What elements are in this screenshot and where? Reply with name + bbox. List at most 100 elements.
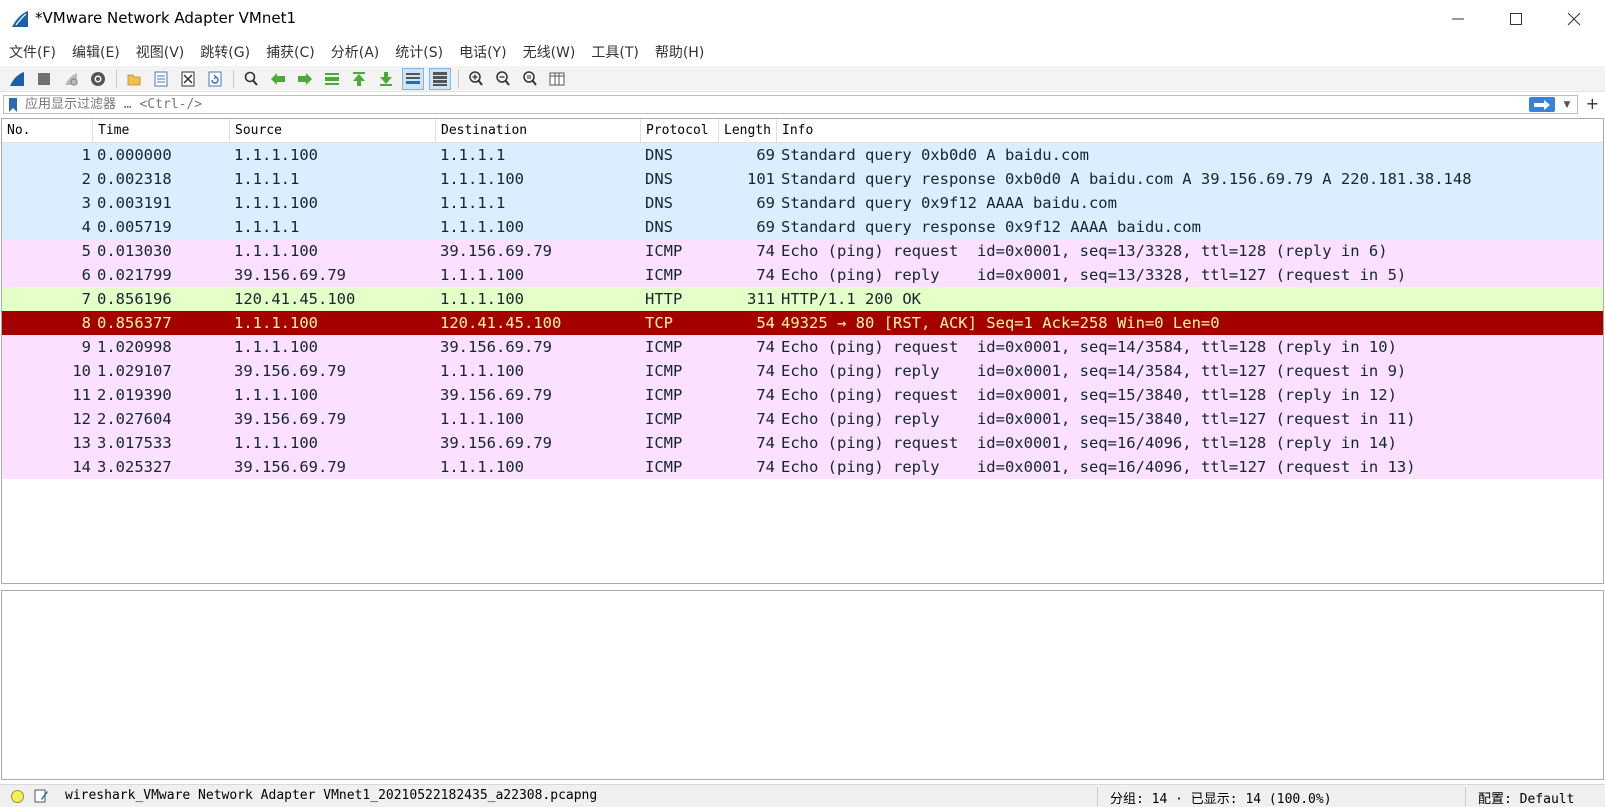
edit-comment-icon[interactable]: [33, 788, 49, 804]
first-packet-button[interactable]: [348, 68, 370, 90]
minimize-button[interactable]: [1429, 0, 1487, 38]
go-back-button[interactable]: [267, 68, 289, 90]
open-file-button[interactable]: [123, 68, 145, 90]
column-header-no[interactable]: No.: [2, 119, 93, 143]
main-toolbar: [0, 66, 1605, 92]
cell-info: Echo (ping) request id=0x0001, seq=14/35…: [781, 338, 1397, 356]
minimize-icon: [1452, 18, 1464, 20]
capture-file-name: wireshark_VMware Network Adapter VMnet1_…: [65, 788, 598, 803]
packet-row[interactable]: 4 0.005719 1.1.1.1 1.1.1.100 DNS 69 Standard q…: [2, 215, 1603, 239]
stop-capture-button[interactable]: [33, 68, 55, 90]
menu-telephony[interactable]: 电话(Y): [459, 42, 506, 62]
cell-no: 6: [81, 266, 91, 284]
find-packet-button[interactable]: [240, 68, 262, 90]
cell-source: 1.1.1.1: [234, 170, 300, 188]
cell-time: 3.017533: [97, 434, 172, 452]
go-forward-button[interactable]: [294, 68, 316, 90]
menu-edit[interactable]: 编辑(E): [72, 42, 120, 62]
menu-statistics[interactable]: 统计(S): [395, 42, 443, 62]
packet-row[interactable]: 6 0.021799 39.156.69.79 1.1.1.100 ICMP 74 Echo…: [2, 263, 1603, 287]
cell-protocol: ICMP: [645, 362, 683, 380]
packet-row[interactable]: 7 0.856196 120.41.45.100 1.1.1.100 HTTP 311 HT…: [2, 287, 1603, 311]
cell-info: Echo (ping) reply id=0x0001, seq=14/3584…: [781, 362, 1407, 380]
save-file-button[interactable]: [150, 68, 172, 90]
cell-info: Standard query 0x9f12 AAAA baidu.com: [781, 194, 1117, 212]
cell-info: Echo (ping) request id=0x0001, seq=16/40…: [781, 434, 1397, 452]
cell-source: 1.1.1.100: [234, 338, 318, 356]
packet-row[interactable]: 11 2.019390 1.1.1.100 39.156.69.79 ICMP 74 Ech…: [2, 383, 1603, 407]
packet-row[interactable]: 5 0.013030 1.1.1.100 39.156.69.79 ICMP 74 Echo…: [2, 239, 1603, 263]
cell-length: 74: [756, 386, 775, 404]
cell-time: 0.013030: [97, 242, 172, 260]
save-file-icon: [154, 71, 168, 86]
zoom-in-button[interactable]: [465, 68, 487, 90]
packet-row[interactable]: 13 3.017533 1.1.1.100 39.156.69.79 ICMP 74 Ech…: [2, 431, 1603, 455]
column-header-length[interactable]: Length: [719, 119, 777, 143]
menu-view[interactable]: 视图(V): [136, 42, 185, 62]
menu-wireless[interactable]: 无线(W): [523, 42, 576, 62]
bookmark-icon[interactable]: [7, 97, 19, 113]
cell-source: 39.156.69.79: [234, 266, 346, 284]
zoom-out-button[interactable]: [492, 68, 514, 90]
open-file-icon: [127, 74, 141, 85]
menu-capture[interactable]: 捕获(C): [266, 42, 315, 62]
packet-details-pane[interactable]: [1, 590, 1604, 780]
column-header-destination[interactable]: Destination: [436, 119, 641, 143]
menu-tools[interactable]: 工具(T): [591, 42, 638, 62]
packet-row[interactable]: 12 2.027604 39.156.69.79 1.1.1.100 ICMP 74 Ech…: [2, 407, 1603, 431]
cell-no: 7: [81, 290, 91, 308]
menu-file[interactable]: 文件(F): [9, 42, 56, 62]
cell-source: 1.1.1.100: [234, 314, 318, 332]
last-packet-button[interactable]: [375, 68, 397, 90]
packet-row[interactable]: 9 1.020998 1.1.1.100 39.156.69.79 ICMP 74 Echo…: [2, 335, 1603, 359]
reload-file-button[interactable]: [204, 68, 226, 90]
cell-length: 74: [756, 458, 775, 476]
arrow-right-icon: [1534, 99, 1550, 110]
stop-capture-icon: [38, 72, 50, 85]
cell-source: 39.156.69.79: [234, 410, 346, 428]
packet-row[interactable]: 3 0.003191 1.1.1.100 1.1.1.1 DNS 69 Standard q…: [2, 191, 1603, 215]
go-forward-icon: [298, 72, 312, 85]
column-header-info[interactable]: Info: [777, 119, 1603, 143]
maximize-button[interactable]: [1487, 0, 1545, 38]
packet-row[interactable]: 1 0.000000 1.1.1.100 1.1.1.1 DNS 69 Standard q…: [2, 143, 1603, 167]
autoscroll-button[interactable]: [402, 67, 424, 90]
menu-analyze[interactable]: 分析(A): [331, 42, 380, 62]
menu-help[interactable]: 帮助(H): [655, 42, 704, 62]
close-button[interactable]: [1545, 0, 1603, 38]
packet-row[interactable]: 10 1.029107 39.156.69.79 1.1.1.100 ICMP 74 Ech…: [2, 359, 1603, 383]
cell-protocol: ICMP: [645, 242, 683, 260]
cell-destination: 1.1.1.100: [440, 266, 524, 284]
menu-go[interactable]: 跳转(G): [200, 42, 250, 62]
cell-destination: 39.156.69.79: [440, 338, 552, 356]
close-file-button[interactable]: [177, 68, 199, 90]
cell-time: 0.000000: [97, 146, 172, 164]
add-filter-button[interactable]: +: [1586, 94, 1599, 114]
expert-info-icon[interactable]: [11, 790, 24, 803]
packet-row[interactable]: 2 0.002318 1.1.1.1 1.1.1.100 DNS 101 Standard …: [2, 167, 1603, 191]
cell-no: 12: [72, 410, 91, 428]
apply-filter-button[interactable]: [1529, 97, 1555, 112]
profile-switcher[interactable]: 配置: Default: [1478, 788, 1574, 807]
cell-no: 3: [81, 194, 91, 212]
resize-columns-button[interactable]: [546, 68, 568, 90]
zoom-out-icon: [496, 70, 510, 86]
zoom-normal-button[interactable]: [519, 68, 541, 90]
display-filter-input[interactable]: [25, 96, 1425, 113]
cell-length: 74: [756, 242, 775, 260]
cell-time: 0.021799: [97, 266, 172, 284]
wireshark-fin-icon: [12, 11, 28, 27]
chevron-down-icon[interactable]: ▼: [1561, 99, 1573, 111]
packet-row[interactable]: 8 0.856377 1.1.1.100 120.41.45.100 TCP 54 4932…: [2, 311, 1603, 335]
start-capture-button[interactable]: [6, 68, 28, 90]
colorize-button[interactable]: [429, 67, 451, 90]
packet-row[interactable]: 14 3.025327 39.156.69.79 1.1.1.100 ICMP 74 Ech…: [2, 455, 1603, 479]
column-header-time[interactable]: Time: [93, 119, 230, 143]
start-capture-icon: [10, 71, 24, 86]
title-bar: *VMware Network Adapter VMnet1: [0, 0, 1605, 38]
column-header-source[interactable]: Source: [230, 119, 436, 143]
restart-capture-button[interactable]: [60, 68, 82, 90]
capture-options-button[interactable]: [87, 68, 109, 90]
go-to-packet-button[interactable]: [321, 68, 343, 90]
column-header-protocol[interactable]: Protocol: [641, 119, 719, 143]
